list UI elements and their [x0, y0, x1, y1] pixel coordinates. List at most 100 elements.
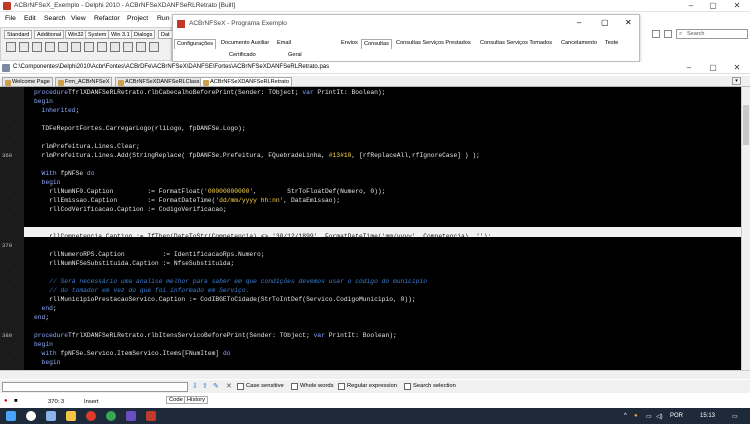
code-editor[interactable]: procedureTfrlXDANFSeRLRetrato.rlbCabecal… — [24, 87, 741, 370]
delphi-taskbar-icon[interactable] — [146, 411, 156, 421]
layout-icon[interactable] — [652, 30, 660, 38]
subtab-certificado[interactable]: Certificado — [229, 52, 256, 58]
frame-icon[interactable] — [6, 42, 16, 52]
palette-tab-system[interactable]: System — [85, 30, 110, 39]
tab-danfse-retrato[interactable]: ACBrNFSeXDANFSeRLRetrato — [200, 77, 292, 87]
editor-close-button[interactable]: ✕ — [726, 62, 748, 74]
option-regex[interactable]: Regular expression — [338, 383, 397, 391]
checkbox[interactable] — [291, 383, 298, 390]
tab-history[interactable]: History — [184, 396, 209, 404]
editor-minimize-button[interactable]: – — [678, 62, 700, 74]
app-minimize-button[interactable]: – — [577, 18, 581, 27]
form-icon — [58, 80, 64, 86]
menu-project[interactable]: Project — [127, 15, 148, 22]
code-line: end; — [34, 314, 50, 321]
radiobutton-icon[interactable] — [110, 42, 120, 52]
tab-consultas[interactable]: Consultas — [361, 39, 392, 49]
tab-welcome-page[interactable]: Welcome Page — [2, 77, 53, 87]
close-button[interactable]: ✕ — [726, 0, 748, 12]
edit-icon[interactable] — [58, 42, 68, 52]
app-close-button[interactable]: ✕ — [625, 18, 632, 27]
checkbox-icon[interactable] — [97, 42, 107, 52]
tab-cancelamento[interactable]: Cancelamento — [559, 39, 599, 49]
find-close-icon[interactable]: ✕ — [226, 382, 232, 390]
palette-tab-standard[interactable]: Standard — [4, 30, 33, 39]
popupmenu-icon[interactable] — [32, 42, 42, 52]
chrome-icon[interactable] — [106, 411, 116, 421]
clock[interactable]: 15:13 — [700, 413, 715, 419]
option-whole-words[interactable]: Whole words — [291, 383, 334, 391]
checkbox[interactable] — [404, 383, 411, 390]
vertical-scrollbar[interactable] — [741, 87, 750, 370]
option-case-sensitive[interactable]: Case sensitive — [237, 383, 284, 391]
scroll-thumb[interactable] — [743, 105, 749, 145]
tab-teste[interactable]: Teste — [603, 39, 620, 49]
pointer-icon[interactable] — [664, 30, 672, 38]
listbox-icon[interactable] — [123, 42, 133, 52]
ide-search-input[interactable]: ⌕ Search — [676, 29, 748, 39]
menu-search[interactable]: Search — [44, 15, 66, 22]
record-icon[interactable]: ● — [4, 398, 8, 404]
tab-consultas-tomados[interactable]: Consultas Serviços Tomados — [478, 39, 554, 49]
menu-refactor[interactable]: Refactor — [94, 15, 120, 22]
volume-icon[interactable]: ◁) — [656, 413, 663, 420]
cortana-icon[interactable] — [26, 411, 36, 421]
minimize-button[interactable]: – — [680, 0, 702, 12]
menu-run[interactable]: Run — [157, 15, 169, 22]
language-indicator[interactable]: POR — [670, 413, 683, 419]
tab-configuracoes[interactable]: Configurações — [174, 39, 217, 49]
code-line: with fpNFSe.Servico.ItemServico.Items[FN… — [34, 350, 231, 357]
option-search-selection[interactable]: Search selection — [404, 383, 456, 391]
label-icon[interactable] — [45, 42, 55, 52]
unit-icon — [118, 80, 124, 86]
menu-file[interactable]: File — [5, 15, 16, 22]
explorer-icon[interactable] — [66, 411, 76, 421]
stop-icon[interactable]: ■ — [14, 398, 18, 404]
palette-tab-data[interactable]: Dat — [158, 30, 173, 39]
button-icon[interactable] — [84, 42, 94, 52]
combobox-icon[interactable] — [136, 42, 146, 52]
tab-code[interactable]: Code — [166, 396, 186, 404]
palette-tab-additional[interactable]: Additional — [34, 30, 65, 39]
tray-app-icon[interactable]: ● — [634, 413, 638, 419]
task-view-icon[interactable] — [46, 411, 56, 421]
tab-danfse-class[interactable]: ACBrNFSeXDANFSeRLClass — [115, 77, 203, 87]
scrollbar-icon[interactable] — [149, 42, 159, 52]
tab-documento-auxiliar[interactable]: Documento Auxiliar — [219, 39, 271, 49]
palette-tab-win32[interactable]: Win32 — [65, 30, 87, 39]
tray-chevron-icon[interactable]: ^ — [624, 413, 627, 419]
app-maximize-button[interactable]: ▢ — [601, 18, 609, 27]
tab-dropdown-icon[interactable]: ▾ — [732, 77, 741, 85]
checkbox[interactable] — [338, 383, 345, 390]
opera-icon[interactable] — [86, 411, 96, 421]
notification-icon[interactable]: ▭ — [732, 413, 738, 420]
gutter-marker: · — [14, 152, 16, 158]
gutter-marker: · — [14, 278, 16, 284]
checkbox[interactable] — [237, 383, 244, 390]
start-icon[interactable] — [6, 411, 16, 421]
tab-consultas-prestados[interactable]: Consultas Serviços Prestados — [394, 39, 473, 49]
mainmenu-icon[interactable] — [19, 42, 29, 52]
gutter-marker: · — [14, 341, 16, 347]
code-line: end; — [34, 305, 57, 312]
misc-app-icon[interactable] — [126, 411, 136, 421]
menu-view[interactable]: View — [71, 15, 86, 22]
tab-email[interactable]: Email — [275, 39, 293, 49]
find-highlight-icon[interactable]: ✎ — [213, 382, 219, 390]
find-input[interactable] — [2, 382, 188, 392]
gutter-marker: · — [14, 251, 16, 257]
subtab-geral[interactable]: Geral — [288, 52, 302, 58]
code-line: inherited; — [34, 107, 80, 114]
palette-tab-win31[interactable]: Win 3.1 — [108, 30, 133, 39]
memo-icon[interactable] — [71, 42, 81, 52]
tab-frm-acbrnfsex[interactable]: Frm_ACBrNFSeX — [55, 77, 113, 87]
editor-maximize-button[interactable]: ▢ — [702, 62, 724, 74]
find-prev-icon[interactable]: ⇧ — [202, 382, 208, 390]
maximize-button[interactable]: ▢ — [702, 0, 724, 12]
horizontal-scrollbar[interactable] — [0, 370, 750, 379]
palette-tab-dialogs[interactable]: Dialogs — [131, 30, 156, 39]
find-next-icon[interactable]: ⇩ — [192, 382, 198, 390]
network-icon[interactable]: ▭ — [646, 413, 652, 420]
tab-envios[interactable]: Envios — [339, 39, 360, 49]
menu-edit[interactable]: Edit — [24, 15, 36, 22]
